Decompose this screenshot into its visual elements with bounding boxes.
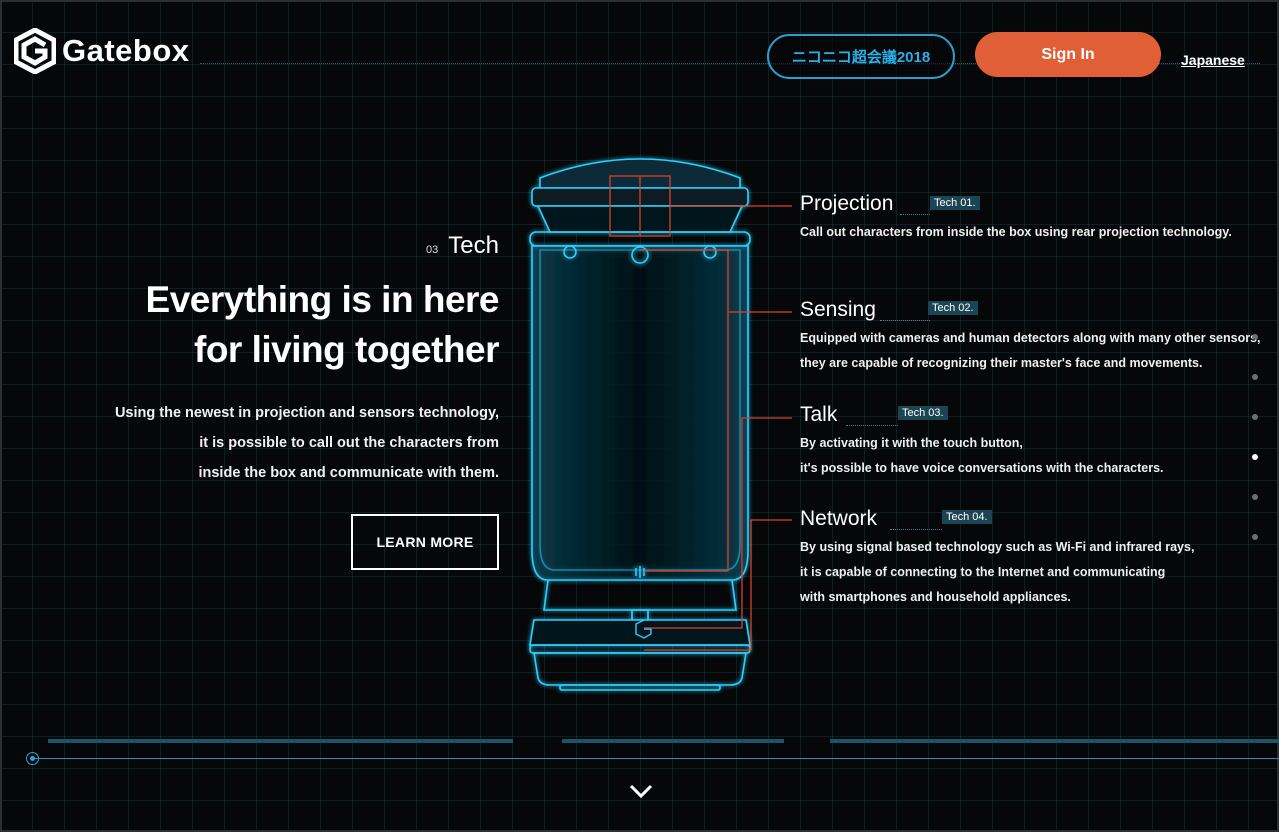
gatebox-device-illustration xyxy=(529,158,760,691)
feature-talk: Talk Tech 03. By activating it with the … xyxy=(800,403,1164,481)
headline-line: for living together xyxy=(194,329,500,370)
section-label: 03 Tech xyxy=(426,232,499,260)
feature-desc-line: By activating it with the touch button, xyxy=(800,436,1023,450)
lead-line: it is possible to call out the character… xyxy=(199,435,499,451)
progress-segment xyxy=(830,739,1279,743)
feature-projection: Projection Tech 01. Call out characters … xyxy=(800,192,1232,245)
lead-line: Using the newest in projection and senso… xyxy=(114,405,499,421)
feature-desc-line: Equipped with cameras and human detector… xyxy=(800,331,1261,345)
leader-lines xyxy=(760,205,792,521)
feature-network: Network Tech 04. By using signal based t… xyxy=(800,507,1194,610)
pager-dot[interactable] xyxy=(1252,334,1258,340)
feature-desc-line: it's possible to have voice conversation… xyxy=(800,461,1164,475)
pager-dot[interactable] xyxy=(1252,534,1258,540)
pager-dot[interactable] xyxy=(1252,494,1258,500)
feature-title: Projection xyxy=(800,192,894,215)
gatebox-logo-icon xyxy=(14,28,56,74)
progress-segment xyxy=(562,739,784,743)
feature-description: By using signal based technology such as… xyxy=(800,535,1194,610)
feature-divider xyxy=(900,214,930,215)
feature-desc-line: they are capable of recognizing their ma… xyxy=(800,356,1203,370)
feature-divider xyxy=(880,320,930,321)
headline-line: Everything is in here xyxy=(145,279,500,320)
page-title: Everything is in here for living togethe… xyxy=(79,275,500,375)
timeline-line xyxy=(32,758,1279,759)
section-number: 03 xyxy=(426,244,439,256)
feature-title: Talk xyxy=(800,403,838,426)
progress-segment xyxy=(48,739,513,743)
tech-tag: Tech 03. xyxy=(898,406,948,420)
feature-title: Sensing xyxy=(800,298,876,321)
feature-divider xyxy=(890,529,942,530)
event-button[interactable]: ニコニコ超会議2018 xyxy=(767,34,955,79)
logo[interactable]: Gatebox xyxy=(14,28,190,74)
feature-divider xyxy=(846,425,898,426)
language-link[interactable]: Japanese xyxy=(1181,52,1245,68)
pager-dot[interactable] xyxy=(1252,414,1258,420)
tech-tag: Tech 04. xyxy=(942,510,992,524)
logo-text: Gatebox xyxy=(62,33,190,68)
pager-dot-active[interactable] xyxy=(1252,454,1258,460)
feature-desc-line: By using signal based technology such as… xyxy=(800,540,1195,554)
pager-dot[interactable] xyxy=(1252,374,1258,380)
tech-tag: Tech 02. xyxy=(928,301,978,315)
feature-description: Equipped with cameras and human detector… xyxy=(800,326,1261,376)
learn-more-button[interactable]: LEARN MORE xyxy=(351,514,499,570)
timeline-node[interactable] xyxy=(26,752,39,765)
feature-sensing: Sensing Tech 02. Equipped with cameras a… xyxy=(800,298,1261,376)
section-pager xyxy=(1252,334,1258,540)
lead-line: inside the box and communicate with them… xyxy=(198,465,499,481)
tech-tag: Tech 01. xyxy=(930,196,980,210)
feature-description: Call out characters from inside the box … xyxy=(800,220,1232,245)
feature-desc-line: with smartphones and household appliance… xyxy=(800,590,1071,604)
feature-description: By activating it with the touch button, … xyxy=(800,431,1164,481)
chevron-down-icon[interactable] xyxy=(628,782,654,800)
section-name: Tech xyxy=(448,232,499,259)
feature-desc-line: it is capable of connecting to the Inter… xyxy=(800,565,1166,579)
lead-text: Using the newest in projection and senso… xyxy=(79,398,499,488)
feature-desc-line: Call out characters from inside the box … xyxy=(800,225,1232,239)
feature-title: Network xyxy=(800,507,878,530)
sign-in-button[interactable]: Sign In xyxy=(975,32,1161,77)
